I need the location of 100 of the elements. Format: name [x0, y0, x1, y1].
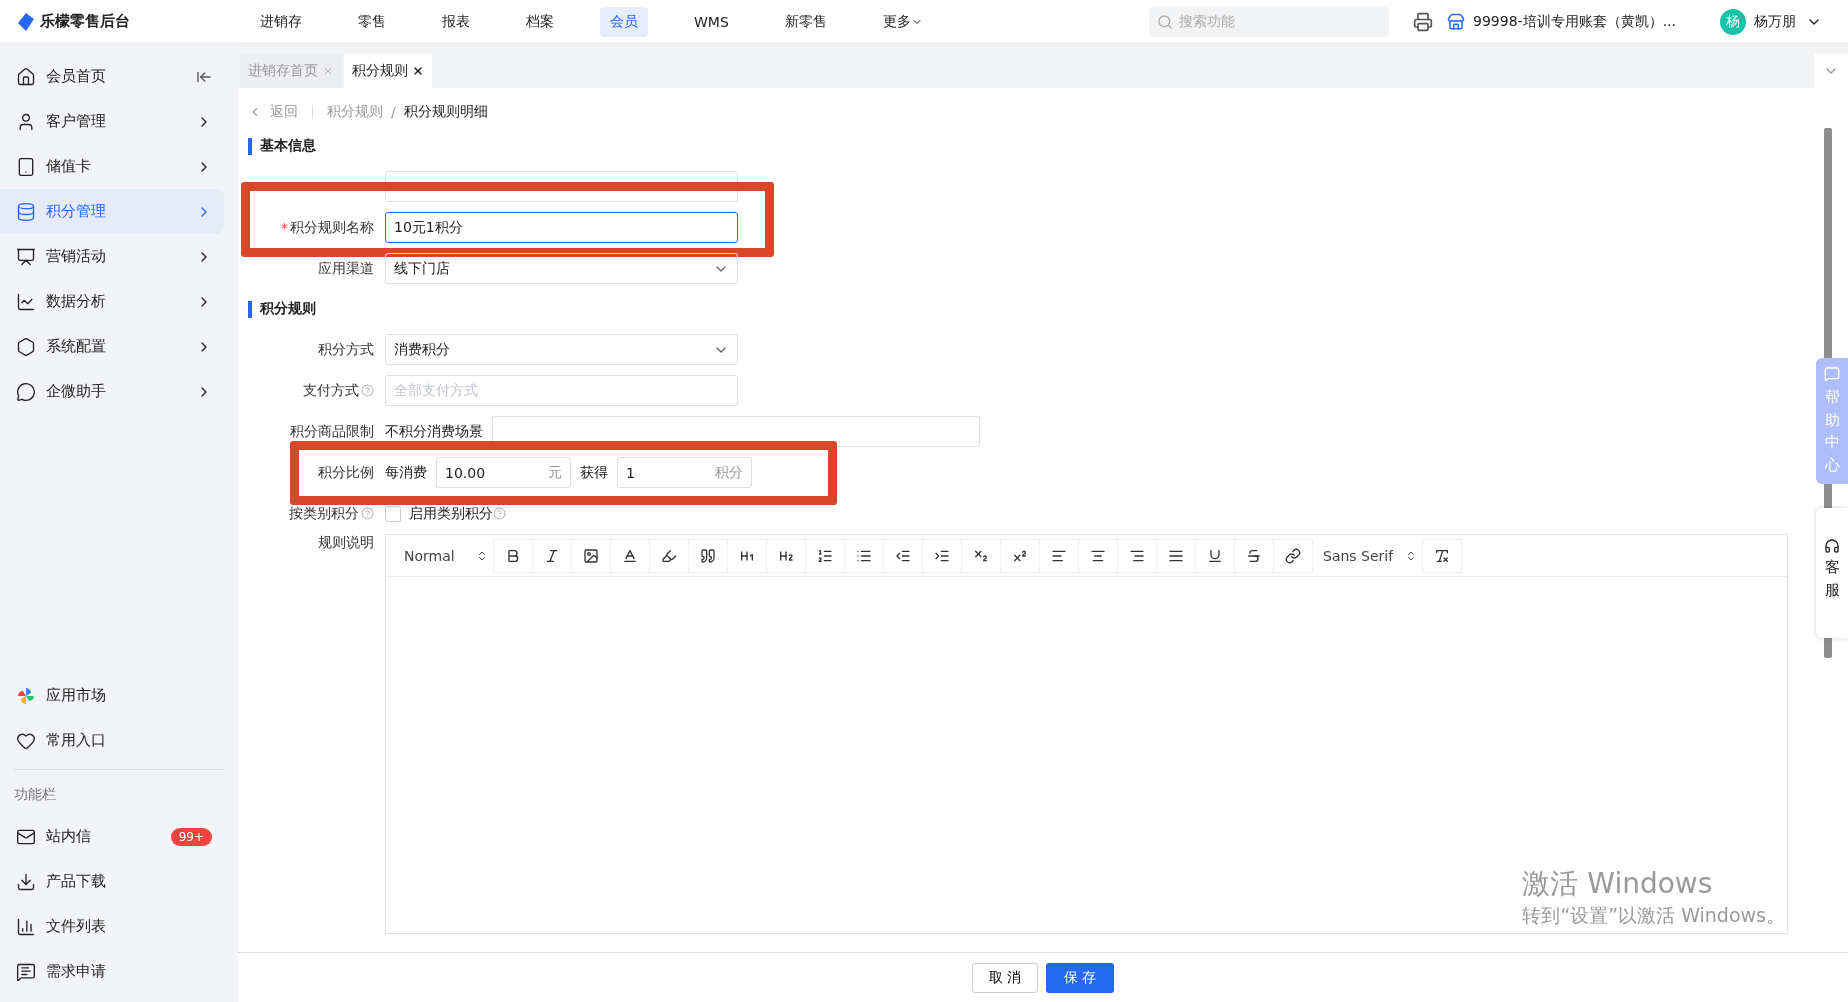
nav-item[interactable]: 更多: [872, 6, 933, 37]
message-icon: [16, 961, 36, 982]
clear-format-icon[interactable]: [1422, 538, 1462, 573]
align-center-icon[interactable]: [1078, 538, 1118, 573]
field-text: 每消费: [385, 463, 427, 482]
user-name[interactable]: 杨万朋: [1754, 12, 1796, 31]
hexagon-icon: [16, 336, 36, 357]
presentation-icon: [16, 246, 36, 267]
format-select[interactable]: Normal: [394, 538, 494, 573]
highlight-icon[interactable]: [649, 538, 689, 573]
account-name[interactable]: 99998-培训专用账套（黄凯）...: [1473, 12, 1676, 31]
breadcrumb-separator: /: [391, 104, 396, 120]
printer-icon[interactable]: [1413, 11, 1434, 32]
subscript-icon[interactable]: [961, 538, 1001, 573]
italic-icon[interactable]: [532, 538, 572, 573]
store-icon: [1447, 12, 1466, 31]
sidebar-item[interactable]: 应用市场: [0, 673, 224, 718]
page-tab[interactable]: 积分规则: [344, 54, 432, 88]
field-label: 规则说明: [318, 534, 374, 552]
select-field[interactable]: 消费积分: [385, 334, 738, 365]
sidebar-item[interactable]: 站内信 99+: [0, 814, 224, 859]
align-justify-icon[interactable]: [1156, 538, 1196, 573]
nav-item[interactable]: 报表: [432, 6, 480, 37]
sidebar-item[interactable]: 产品下载: [0, 859, 224, 904]
section-title: 基本信息: [260, 137, 316, 155]
select-field[interactable]: 线下门店: [385, 253, 738, 284]
nav-item[interactable]: 新零售: [774, 6, 837, 37]
field-label: 积分比例: [318, 463, 374, 482]
sidebar-item[interactable]: 储值卡: [0, 144, 224, 189]
sidebar-item[interactable]: 需求申请: [0, 949, 224, 994]
activation-title: 激活 Windows: [1522, 866, 1714, 902]
sidebar-item[interactable]: 会员首页: [0, 54, 224, 99]
nav-item[interactable]: WMS: [684, 7, 739, 36]
field-text: 获得: [580, 463, 608, 482]
nav-item[interactable]: 零售: [348, 6, 396, 37]
quote-icon[interactable]: [688, 538, 728, 573]
headset-icon: [1824, 538, 1840, 554]
bullet-list-icon[interactable]: [844, 538, 884, 573]
save-button[interactable]: 保 存: [1046, 962, 1114, 993]
download-icon: [16, 871, 36, 892]
sidebar-item[interactable]: 客户管理: [0, 99, 224, 144]
outdent-icon[interactable]: [883, 538, 923, 573]
section-marker: [248, 137, 252, 155]
search-icon: [1157, 13, 1174, 30]
sidebar-item[interactable]: 文件列表: [0, 904, 224, 949]
ordered-list-icon[interactable]: [805, 538, 845, 573]
up-down-icon: [476, 549, 488, 562]
field-label: 按类别积分: [289, 504, 359, 523]
text-field[interactable]: 10元1积分: [385, 212, 738, 243]
indent-icon[interactable]: [922, 538, 962, 573]
app-logo: 乐檬零售后台: [40, 12, 131, 31]
bold-icon[interactable]: [493, 538, 533, 573]
cancel-button[interactable]: 取 消: [972, 962, 1038, 993]
field-label: 积分方式: [318, 340, 374, 359]
text-field[interactable]: [385, 171, 738, 202]
sidebar-item[interactable]: 常用入口: [0, 718, 224, 763]
activation-hint: 转到“设置”以激活 Windows。: [1522, 903, 1785, 928]
sidebar-item[interactable]: 系统配置: [0, 324, 224, 369]
service-tab[interactable]: 客服: [1816, 508, 1848, 638]
tablet-icon: [16, 156, 36, 177]
heading-2-icon[interactable]: [766, 538, 806, 573]
sidebar-item[interactable]: 数据分析: [0, 279, 224, 324]
align-left-icon[interactable]: [1039, 538, 1079, 573]
sidebar-item[interactable]: 营销活动: [0, 234, 224, 279]
sidebar-item[interactable]: 积分管理: [0, 189, 224, 234]
section-title: 积分规则: [260, 300, 316, 318]
font-color-icon[interactable]: [610, 538, 650, 573]
text-field[interactable]: [492, 416, 980, 447]
link-icon[interactable]: [1273, 538, 1313, 573]
home-icon: [16, 66, 36, 87]
nav-item[interactable]: 进销存: [250, 6, 312, 37]
rich-text-editor[interactable]: Normal Sans Serif 激活 Windows 转到“设置”以激活 Windows。: [385, 534, 1788, 934]
align-right-icon[interactable]: [1117, 538, 1157, 573]
points-field[interactable]: 1 积分: [617, 457, 752, 488]
up-down-icon: [1405, 549, 1417, 562]
chat-bubble-icon: [16, 381, 36, 402]
section-marker: [248, 300, 252, 318]
field-label: 积分商品限制: [290, 422, 374, 441]
checkbox-label: 启用类别积分: [409, 504, 493, 523]
nav-item[interactable]: 会员: [600, 6, 648, 37]
database-icon: [16, 201, 36, 222]
field-label: 支付方式: [303, 381, 359, 400]
breadcrumb-item: 积分规则明细: [403, 103, 488, 121]
underline-icon[interactable]: [1195, 538, 1235, 573]
field-text: 不积分消费场景: [385, 422, 483, 441]
close-icon[interactable]: [412, 65, 424, 77]
superscript-icon[interactable]: [1000, 538, 1040, 573]
sidebar-item[interactable]: 企微助手: [0, 369, 224, 414]
chat-icon: [1824, 366, 1840, 382]
amount-field[interactable]: 10.00 元: [436, 457, 571, 488]
field-label: 积分规则名称: [290, 218, 374, 237]
logo-icon: [18, 12, 34, 31]
font-select[interactable]: Sans Serif: [1313, 538, 1423, 573]
checkbox[interactable]: [385, 505, 401, 522]
field-label: 应用渠道: [318, 259, 374, 278]
image-icon[interactable]: [571, 538, 611, 573]
nav-item[interactable]: 档案: [516, 6, 564, 37]
heading-1-icon[interactable]: [727, 538, 767, 573]
strikethrough-icon[interactable]: [1234, 538, 1274, 573]
line-chart-icon: [16, 291, 36, 312]
